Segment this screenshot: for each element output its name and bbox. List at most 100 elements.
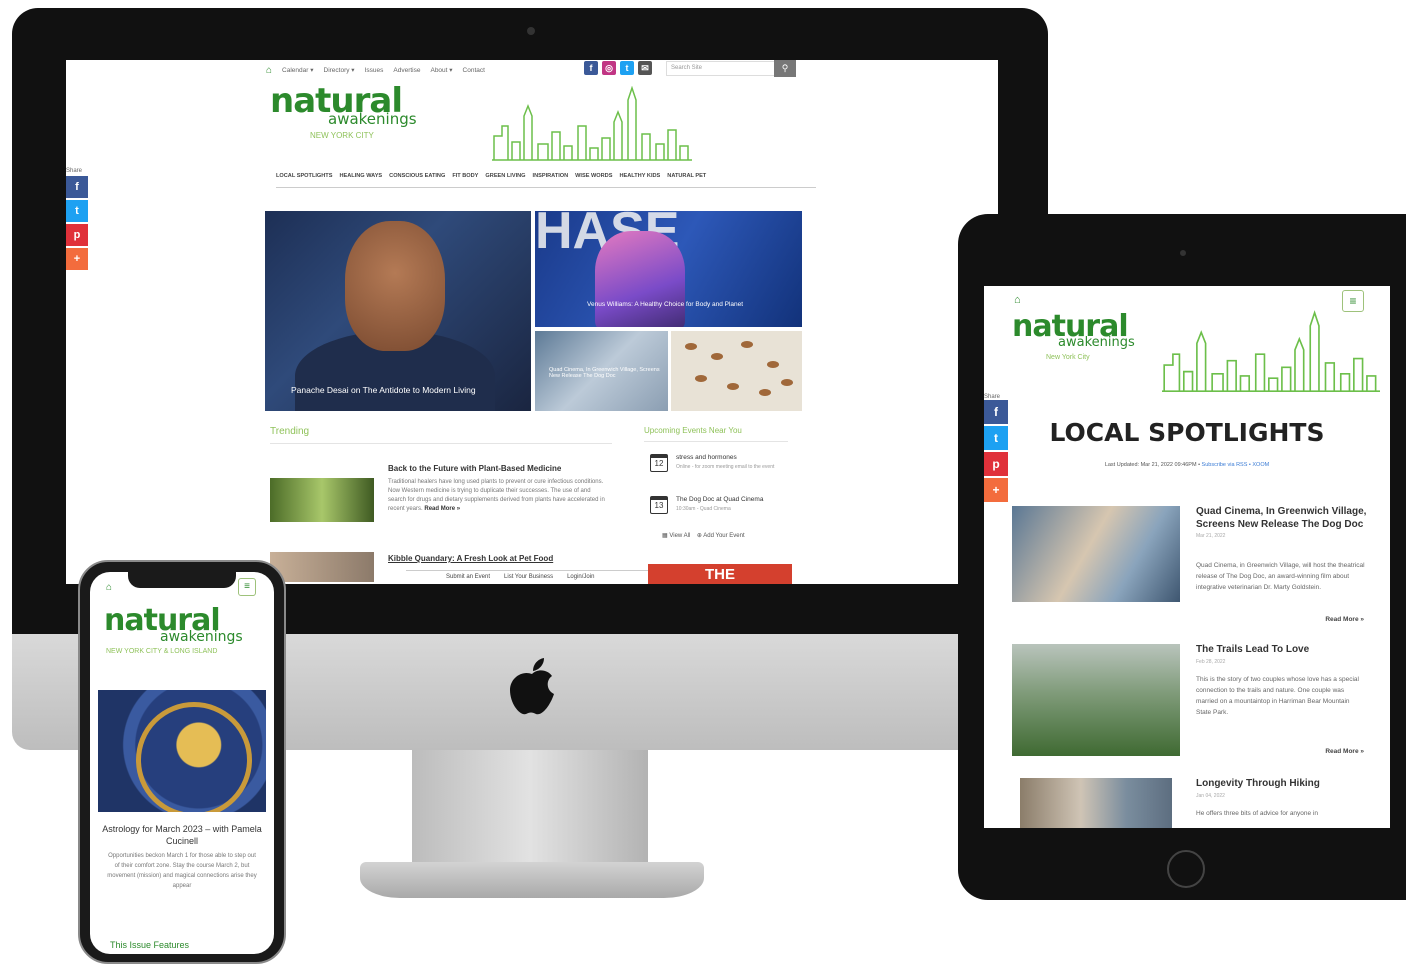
cat-healing-ways[interactable]: HEALING WAYS bbox=[339, 173, 382, 187]
ipad-home-button bbox=[1167, 850, 1205, 888]
home-icon[interactable]: ⌂ bbox=[266, 65, 272, 76]
nav-about[interactable]: About ▾ bbox=[430, 66, 452, 74]
list-business-link[interactable]: List Your Business bbox=[504, 574, 553, 584]
cat-healthy-kids[interactable]: HEALTHY KIDS bbox=[619, 173, 660, 187]
read-more-link[interactable]: Read More » bbox=[424, 506, 460, 512]
skyline-illustration bbox=[1162, 310, 1380, 393]
email-icon[interactable]: ✉ bbox=[638, 61, 652, 75]
login-join-link[interactable]: Login/Join bbox=[567, 574, 594, 584]
nav-issues[interactable]: Issues bbox=[365, 67, 384, 74]
last-updated-text: Last Updated: Mar 21, 2022 09:46PM • bbox=[1104, 462, 1200, 468]
share-more-icon[interactable]: + bbox=[66, 248, 88, 270]
event-detail: Online - for zoom meeting email to the e… bbox=[676, 464, 775, 470]
article-excerpt: He offers three bits of advice for anyon… bbox=[1196, 810, 1319, 817]
instagram-icon[interactable]: ◎ bbox=[602, 61, 616, 75]
article-title[interactable]: Quad Cinema, In Greenwich Village, Scree… bbox=[1196, 506, 1368, 539]
page-title: LOCAL SPOTLIGHTS bbox=[1049, 418, 1325, 447]
hero-top-right-card[interactable]: HASE Venus Williams: A Healthy Choice fo… bbox=[535, 211, 802, 327]
desktop-logo[interactable]: natural awakenings NEW YORK CITY bbox=[270, 84, 417, 140]
hero-grid: Panache Desai on The Antidote to Modern … bbox=[265, 211, 802, 411]
trending-article[interactable]: Back to the Future with Plant-Based Medi… bbox=[270, 462, 612, 542]
search-icon[interactable]: ⚲ bbox=[774, 60, 796, 77]
article-date: Jan 04, 2022 bbox=[1196, 792, 1225, 799]
article-title[interactable]: Astrology for March 2023 – with Pamela C… bbox=[100, 824, 264, 847]
cat-natural-pet[interactable]: NATURAL PET bbox=[667, 173, 706, 187]
facebook-icon[interactable]: f bbox=[584, 61, 598, 75]
cat-fit-body[interactable]: FIT BODY bbox=[452, 173, 478, 187]
share-pinterest-icon[interactable]: p bbox=[66, 224, 88, 246]
article-title[interactable]: Kibble Quandary: A Fresh Look at Pet Foo… bbox=[388, 554, 553, 563]
cat-green-living[interactable]: GREEN LIVING bbox=[485, 173, 525, 187]
article-image[interactable] bbox=[1020, 778, 1172, 828]
article-thumbnail[interactable] bbox=[270, 478, 374, 522]
almond-image bbox=[741, 341, 753, 348]
article-excerpt-text: Traditional healers have long used plant… bbox=[388, 479, 605, 512]
article-title[interactable]: The Trails Lead To Love Feb 28, 2022 bbox=[1196, 644, 1368, 665]
cat-wise-words[interactable]: WISE WORDS bbox=[575, 173, 612, 187]
logo-tagline: New York City bbox=[1046, 354, 1090, 361]
article-title-text: Longevity Through Hiking bbox=[1196, 778, 1320, 789]
share-facebook-icon[interactable]: f bbox=[66, 176, 88, 198]
article-title-text: Quad Cinema, In Greenwich Village, Scree… bbox=[1196, 506, 1367, 530]
cat-conscious-eating[interactable]: CONSCIOUS EATING bbox=[389, 173, 445, 187]
article-image[interactable] bbox=[1012, 644, 1180, 756]
share-label: Share bbox=[66, 168, 83, 174]
read-more-link[interactable]: Read More » bbox=[1325, 748, 1364, 755]
twitter-icon[interactable]: t bbox=[620, 61, 634, 75]
search-input[interactable]: Search Site bbox=[666, 61, 776, 76]
almond-image bbox=[685, 343, 697, 350]
astrology-image[interactable] bbox=[98, 690, 266, 812]
event-title[interactable]: stress and hormones bbox=[676, 454, 737, 461]
home-icon[interactable]: ⌂ bbox=[106, 582, 112, 593]
calendar-icon: 13 bbox=[650, 496, 668, 514]
cat-inspiration[interactable]: INSPIRATION bbox=[533, 173, 569, 187]
phone-logo[interactable]: natural awakenings NEW YORK CITY & LONG … bbox=[104, 606, 264, 656]
zodiac-ring bbox=[136, 702, 252, 812]
hero-bottom-left-caption: Quad Cinema, In Greenwich Village, Scree… bbox=[549, 367, 660, 379]
article-excerpt: Traditional healers have long used plant… bbox=[388, 478, 608, 514]
article-title[interactable]: Back to the Future with Plant-Based Medi… bbox=[388, 464, 561, 473]
event-links: ▦ View All ⊕ Add Your Event bbox=[662, 532, 745, 539]
tablet-logo[interactable]: natural awakenings New York City bbox=[1012, 312, 1135, 362]
add-event-link[interactable]: ⊕ Add Your Event bbox=[697, 533, 745, 539]
imac-foot bbox=[360, 862, 704, 898]
tablet-share-bar: Share f t p + bbox=[984, 394, 1008, 504]
hero-bottom-left-card[interactable]: Quad Cinema, In Greenwich Village, Scree… bbox=[535, 331, 668, 411]
article-date: Mar 21, 2022 bbox=[1196, 533, 1226, 539]
cat-local-spotlights[interactable]: LOCAL SPOTLIGHTS bbox=[276, 173, 332, 187]
hamburger-menu-icon[interactable]: ≡ bbox=[1342, 290, 1364, 312]
logo-tagline: NEW YORK CITY & LONG ISLAND bbox=[106, 648, 218, 655]
logo-tagline: NEW YORK CITY bbox=[310, 131, 374, 140]
promo-banner[interactable]: THE bbox=[648, 564, 792, 584]
share-more-icon[interactable]: + bbox=[984, 478, 1008, 502]
hero-bottom-right-card[interactable] bbox=[671, 331, 802, 411]
imac-stand bbox=[412, 750, 648, 865]
submit-event-link[interactable]: Submit an Event bbox=[446, 574, 490, 584]
article-thumbnail[interactable] bbox=[270, 552, 374, 582]
hero-main-caption: Panache Desai on The Antidote to Modern … bbox=[291, 385, 476, 395]
desktop-website: ⌂ Calendar ▾ Directory ▾ Issues Advertis… bbox=[66, 60, 998, 584]
nav-calendar[interactable]: Calendar ▾ bbox=[282, 66, 313, 74]
almond-image bbox=[727, 383, 739, 390]
article-title[interactable]: Longevity Through Hiking Jan 04, 2022 bbox=[1196, 778, 1368, 799]
event-title[interactable]: The Dog Doc at Quad Cinema bbox=[676, 496, 763, 503]
hero-person-face bbox=[345, 221, 445, 351]
view-all-link[interactable]: ▦ View All bbox=[662, 533, 690, 539]
subscribe-link[interactable]: Subscribe via RSS • XOOM bbox=[1202, 462, 1270, 468]
home-icon[interactable]: ⌂ bbox=[1014, 294, 1021, 306]
read-more-link[interactable]: Read More » bbox=[1325, 616, 1364, 623]
hamburger-menu-icon[interactable]: ≡ bbox=[238, 578, 256, 596]
nav-advertise[interactable]: Advertise bbox=[393, 67, 420, 74]
share-twitter-icon[interactable]: t bbox=[66, 200, 88, 222]
nav-contact[interactable]: Contact bbox=[463, 67, 485, 74]
nav-directory[interactable]: Directory ▾ bbox=[324, 66, 355, 74]
hero-top-right-caption: Venus Williams: A Healthy Choice for Bod… bbox=[587, 301, 744, 308]
last-updated: Last Updated: Mar 21, 2022 09:46PM • Sub… bbox=[984, 462, 1390, 468]
article-title-text: The Trails Lead To Love bbox=[1196, 644, 1310, 655]
desktop-share-bar: Share f t p + bbox=[66, 168, 88, 272]
article-excerpt: Quad Cinema, in Greenwich Village, will … bbox=[1196, 562, 1365, 592]
phone-website: ⌂ ≡ natural awakenings NEW YORK CITY & L… bbox=[90, 572, 274, 954]
hero-main-card[interactable]: Panache Desai on The Antidote to Modern … bbox=[265, 211, 531, 411]
almond-image bbox=[767, 361, 779, 368]
article-image[interactable] bbox=[1012, 506, 1180, 602]
